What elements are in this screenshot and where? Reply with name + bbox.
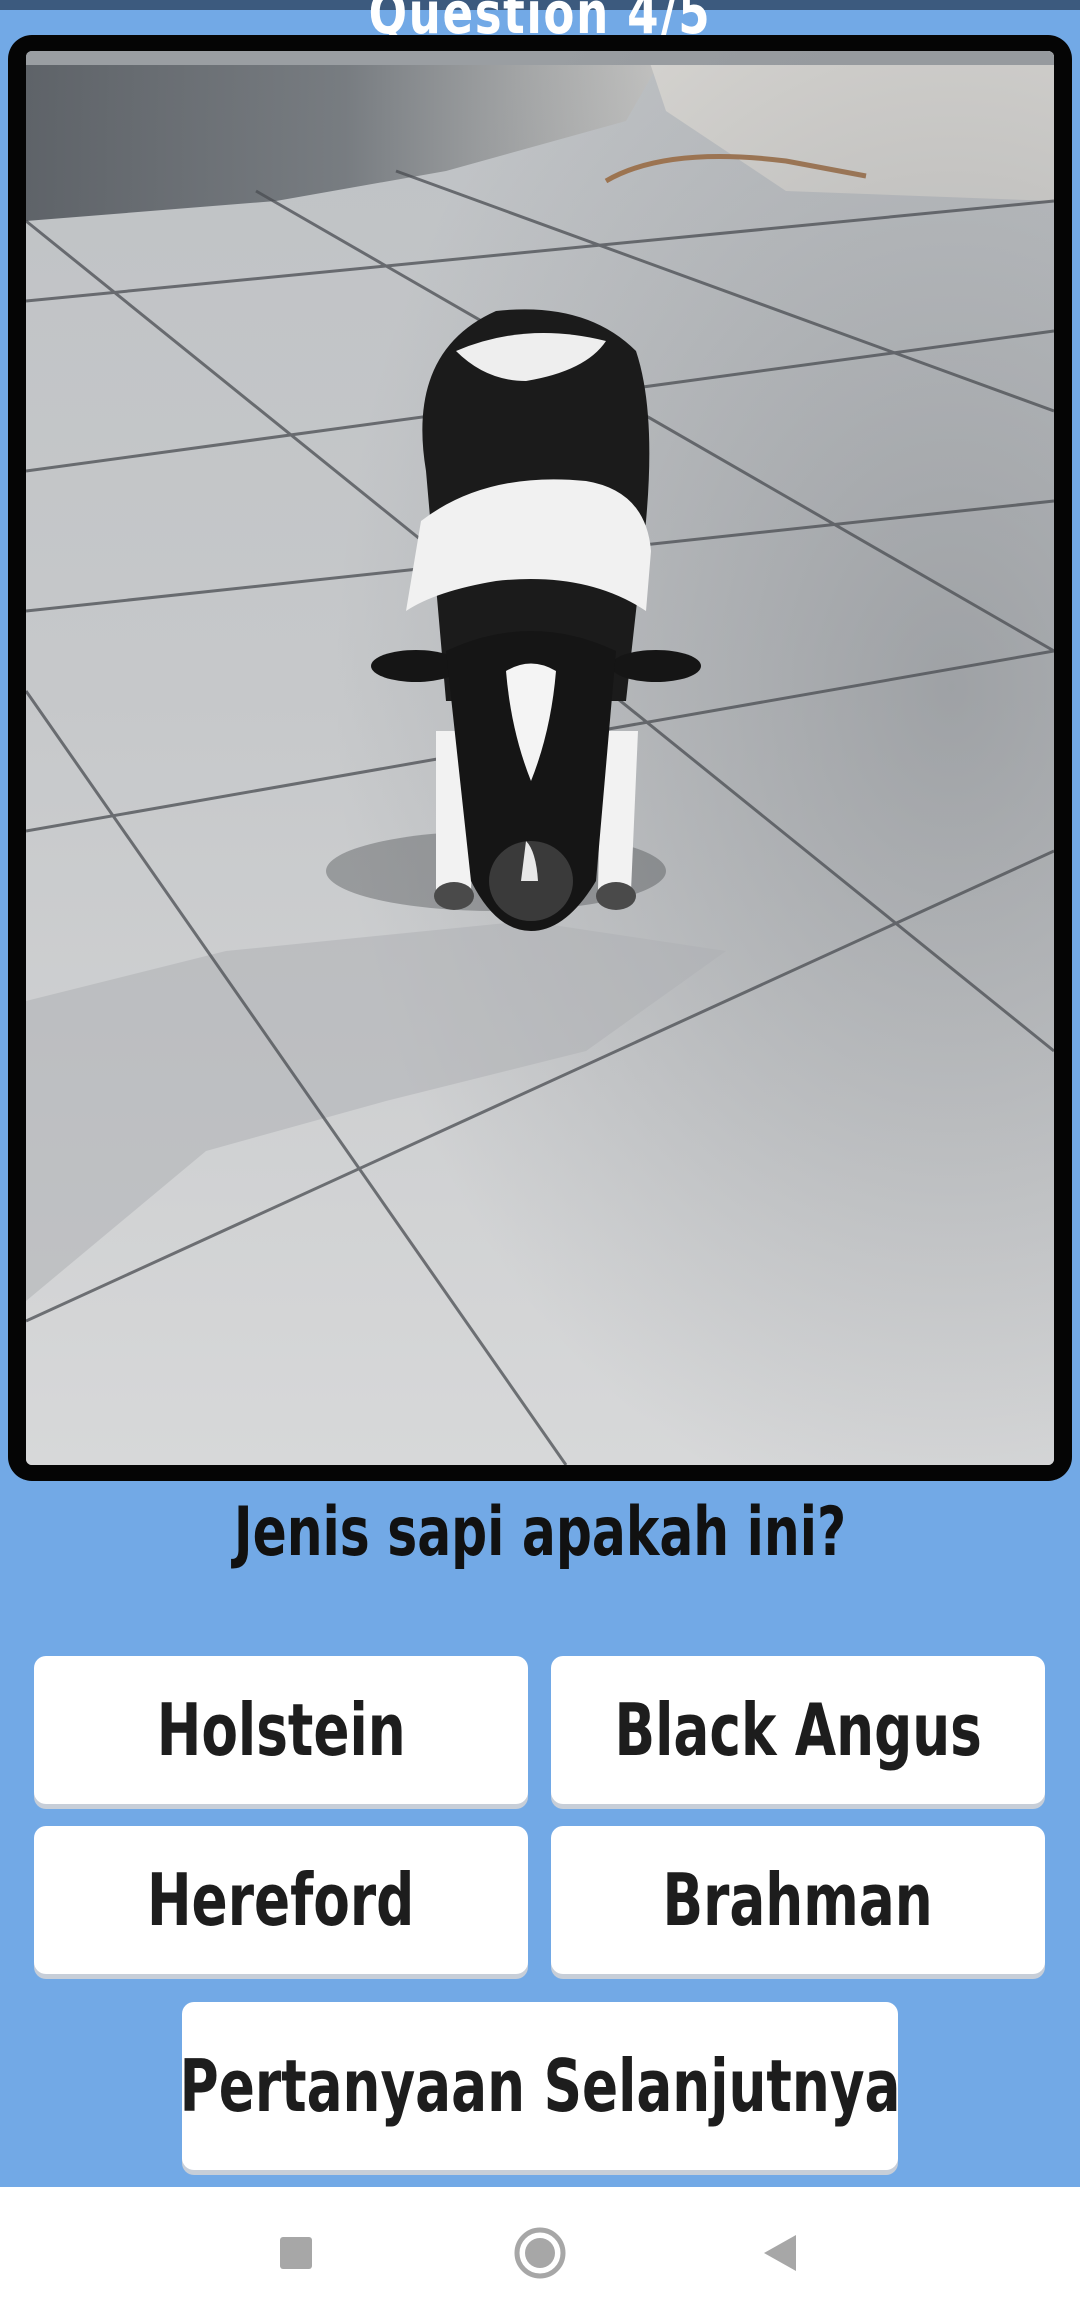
quiz-screen: Question 4/5 Jenis sapi apakah ini? Hols… [0, 0, 1080, 2187]
ar-camera-frame [8, 35, 1072, 1481]
system-navigation-bar [0, 2187, 1080, 2318]
question-prompt: Jenis sapi apakah ini? [233, 1493, 847, 1572]
next-question-label: Pertanyaan Selanjutnya [179, 2044, 901, 2128]
answer-button-hereford[interactable]: Hereford [34, 1826, 528, 1974]
home-button[interactable] [480, 2187, 600, 2318]
answer-label: Holstein [156, 1688, 406, 1772]
square-icon [280, 2236, 312, 2269]
answer-label: Hereford [147, 1858, 415, 1942]
answer-label: Black Angus [614, 1688, 982, 1772]
ar-scene-image [26, 51, 1054, 1465]
ar-camera-view[interactable] [26, 51, 1054, 1465]
triangle-back-icon [764, 2234, 796, 2271]
answer-button-holstein[interactable]: Holstein [34, 1656, 528, 1804]
back-button[interactable] [720, 2187, 840, 2318]
answer-button-brahman[interactable]: Brahman [551, 1826, 1045, 1974]
next-question-button[interactable]: Pertanyaan Selanjutnya [179, 2002, 901, 2170]
circle-home-icon [514, 2227, 566, 2278]
recents-button[interactable] [236, 2187, 356, 2318]
answer-label: Brahman [662, 1858, 934, 1942]
answer-button-black-angus[interactable]: Black Angus [551, 1656, 1045, 1804]
